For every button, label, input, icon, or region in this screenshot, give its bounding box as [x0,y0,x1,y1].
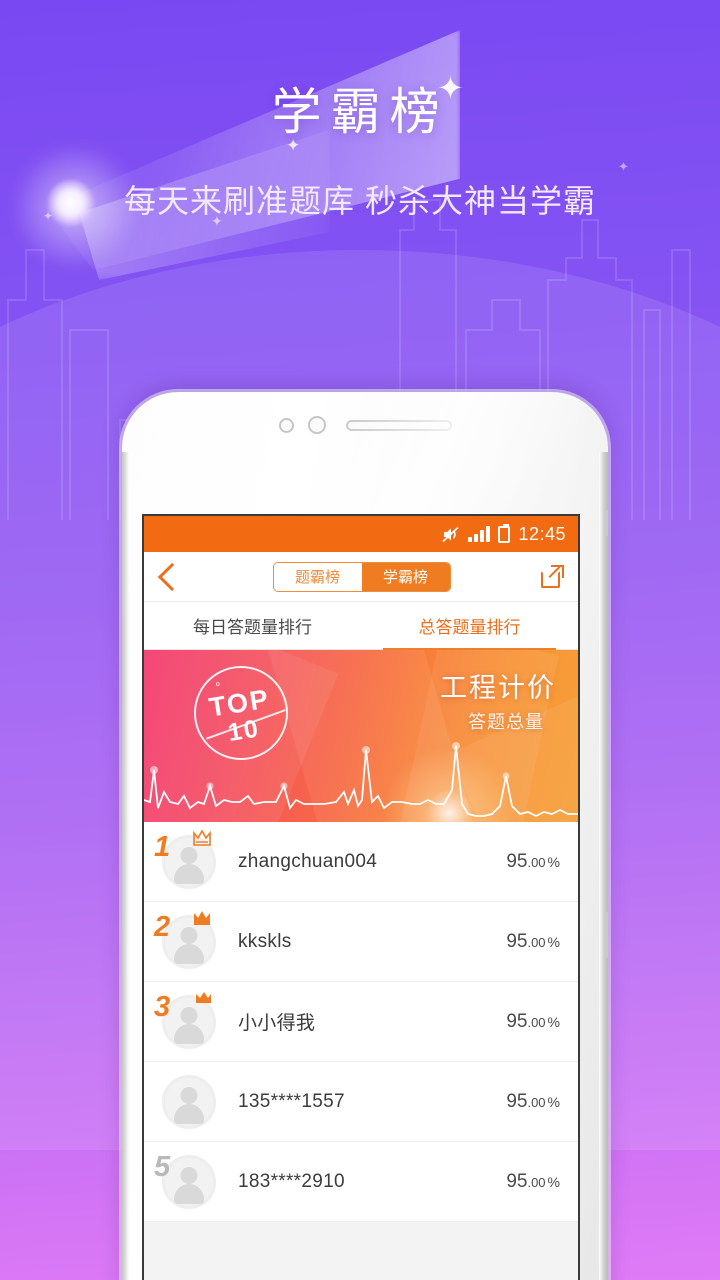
score-dec: .00 [527,854,546,870]
table-row[interactable]: 2 kkskls 95.00% [144,902,578,982]
score-int: 95 [506,1010,528,1032]
score-dec: .00 [527,1014,546,1030]
crown-icon [193,828,211,846]
score-int: 95 [506,850,528,872]
segmented-control: 题霸榜 学霸榜 [272,561,451,592]
table-row[interactable]: 135****1557 95.00% [144,1062,578,1142]
avatar [162,1074,216,1129]
phone-mockup: 12:45 题霸榜 学霸榜 每日答题量排行 总答题量排行 ° TOP 10 工程… [122,392,608,1280]
ranking-banner: ° TOP 10 工程计价 答题总量 [144,650,578,822]
table-row[interactable]: 3 小小得我 95.00% [144,982,578,1062]
signal-icon [468,526,491,542]
segment-top-student-board[interactable]: 学霸榜 [361,562,450,591]
avatar-wrap: 1 [154,828,216,893]
score-dec: .00 [527,934,546,950]
phone-power-button[interactable] [605,510,608,536]
phone-screen: 12:45 题霸榜 学霸榜 每日答题量排行 总答题量排行 ° TOP 10 工程… [142,514,580,1280]
table-row[interactable]: 1 zhangchuan004 95.00% [144,822,578,902]
list-bottom-filler [144,1222,578,1280]
score-dec: .00 [527,1094,546,1110]
score-symbol: % [547,1173,560,1190]
user-name: 183****2910 [238,1170,345,1192]
score-value: 95.00% [506,1011,560,1033]
proximity-sensor-icon [307,416,326,434]
user-name: 135****1557 [238,1090,345,1112]
ekg-line-graphic [144,742,578,818]
phone-volume-button[interactable] [605,912,608,958]
score-value: 95.00% [506,1091,560,1113]
user-name: zhangchuan004 [238,850,378,872]
status-bar-time: 12:45 [518,523,566,544]
score-int: 95 [506,1090,528,1112]
tab-daily-ranking[interactable]: 每日答题量排行 [144,602,361,649]
promo-poster: 学霸榜 每天来刷准题库 秒杀大神当学霸 ✦ ✦ ✦ ✦ ✦ 12:45 题霸榜 … [0,0,720,1280]
status-bar: 12:45 [144,516,578,552]
headline-block: 学霸榜 每天来刷准题库 秒杀大神当学霸 [0,0,720,222]
score-int: 95 [506,1170,528,1192]
score-dec: .00 [527,1174,546,1190]
front-camera-icon [278,417,294,433]
rank-number: 5 [154,1150,171,1183]
avatar-wrap [154,1071,216,1133]
share-icon[interactable] [541,565,564,588]
avatar-wrap: 5 [154,1151,216,1213]
score-symbol: % [547,853,560,870]
segment-question-board[interactable]: 题霸榜 [273,562,362,591]
user-name: 小小得我 [238,1013,316,1034]
banner-title: 工程计价 [440,673,556,703]
battery-icon [498,523,511,543]
back-chevron-icon[interactable] [157,562,187,591]
score-int: 95 [506,930,528,952]
ranking-list: 1 zhangchuan004 95.00% 2 kkskls 95.00 % … [144,822,578,1280]
user-name: kkskls [238,930,292,952]
poster-title: 学霸榜 [271,84,449,140]
crown-icon [196,991,211,1003]
phone-right-edge [599,452,608,1280]
score-value: 95.00% [506,931,560,953]
crown-icon [194,910,210,925]
earpiece-speaker [345,419,452,431]
phone-sensor-row [122,416,608,434]
score-symbol: % [547,933,560,950]
score-value: 95.00% [506,1171,560,1193]
rank-number: 3 [154,990,171,1023]
top10-degree-mark: ° [214,678,222,695]
avatar-wrap: 3 [154,991,216,1053]
avatar-wrap: 2 [154,910,216,973]
tab-total-ranking[interactable]: 总答题量排行 [361,602,578,650]
rank-number: 2 [154,910,171,943]
rank-number: 1 [154,830,171,863]
table-row[interactable]: 5 183****2910 95.00% [144,1142,578,1222]
phone-left-edge [122,452,129,1280]
app-navbar: 题霸榜 学霸榜 [144,552,578,602]
score-symbol: % [547,1093,560,1110]
score-symbol: % [547,1013,560,1030]
score-value: 95.00% [506,851,560,873]
ranking-tabs: 每日答题量排行 总答题量排行 [144,602,578,650]
poster-subtitle: 每天来刷准题库 秒杀大神当学霸 [124,183,596,219]
mute-icon [442,526,460,543]
